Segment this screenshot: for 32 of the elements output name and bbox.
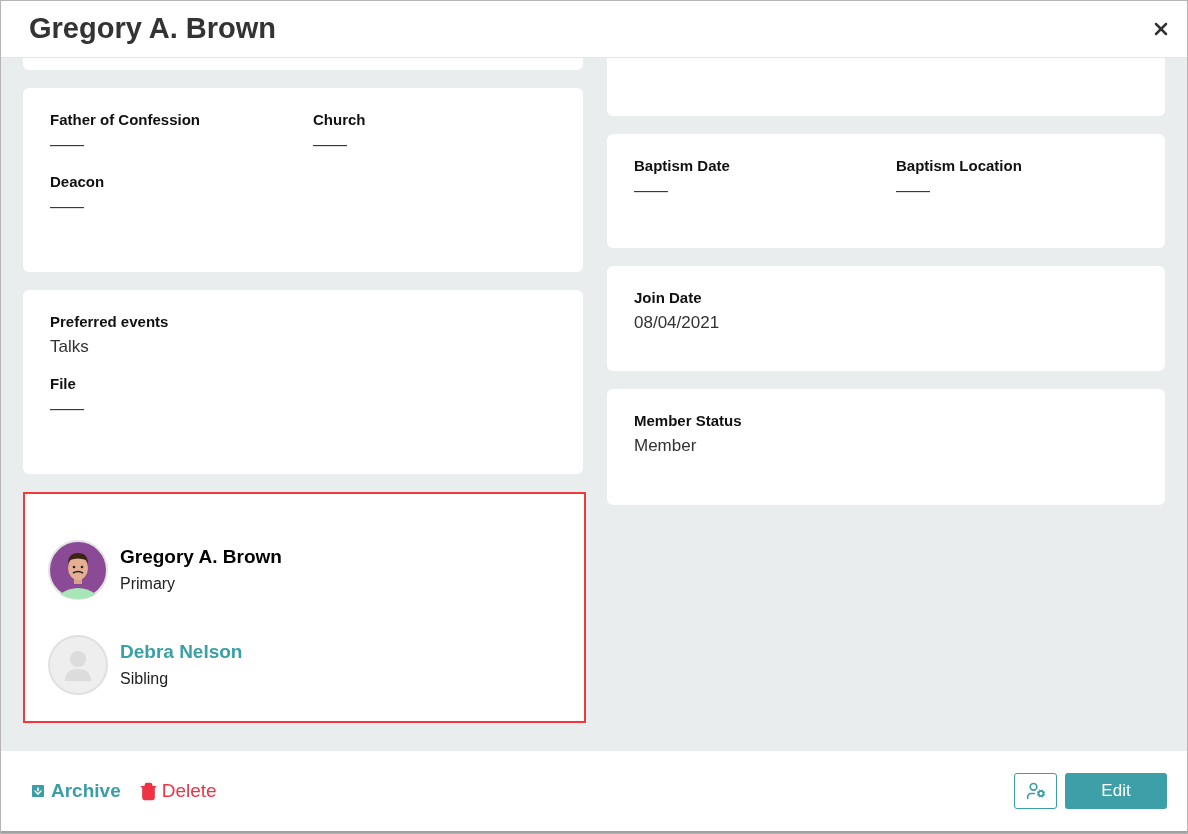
member-name: Gregory A. Brown [120, 546, 282, 568]
member-name-link[interactable]: Debra Nelson [120, 641, 243, 663]
delete-button[interactable]: Delete [138, 776, 217, 806]
field-label: Baptism Location [896, 156, 1023, 176]
avatar-placeholder-icon [48, 635, 108, 695]
field-label: Church [313, 110, 367, 130]
trash-icon [138, 781, 158, 801]
field-value: 08/04/2021 [634, 312, 720, 334]
field-value: Member [634, 435, 697, 457]
edit-button[interactable]: Edit [1065, 773, 1167, 809]
member-relation: Primary [120, 574, 177, 594]
field-label: Member Status [634, 411, 743, 431]
user-gear-icon [1025, 781, 1046, 801]
cartoon-avatar [48, 540, 108, 600]
field-label: Father of Confession [50, 110, 201, 130]
field-value: —— [634, 180, 668, 202]
field-value: —— [313, 134, 347, 156]
field-value: —— [896, 180, 930, 202]
download-icon [29, 782, 47, 800]
user-settings-button[interactable] [1014, 773, 1057, 809]
field-value: Talks [50, 336, 89, 358]
archive-button[interactable]: Archive [29, 776, 121, 806]
field-label: Baptism Date [634, 156, 731, 176]
field-label: File [50, 374, 77, 394]
field-value: —— [50, 134, 84, 156]
field-label: Deacon [50, 172, 106, 192]
dialog-title: Gregory A. Brown [29, 11, 277, 47]
field-value: —— [50, 196, 84, 218]
field-label: Preferred events [50, 312, 170, 332]
field-value: —— [50, 398, 84, 420]
member-relation: Sibling [120, 669, 170, 689]
field-label: Join Date [634, 288, 703, 308]
